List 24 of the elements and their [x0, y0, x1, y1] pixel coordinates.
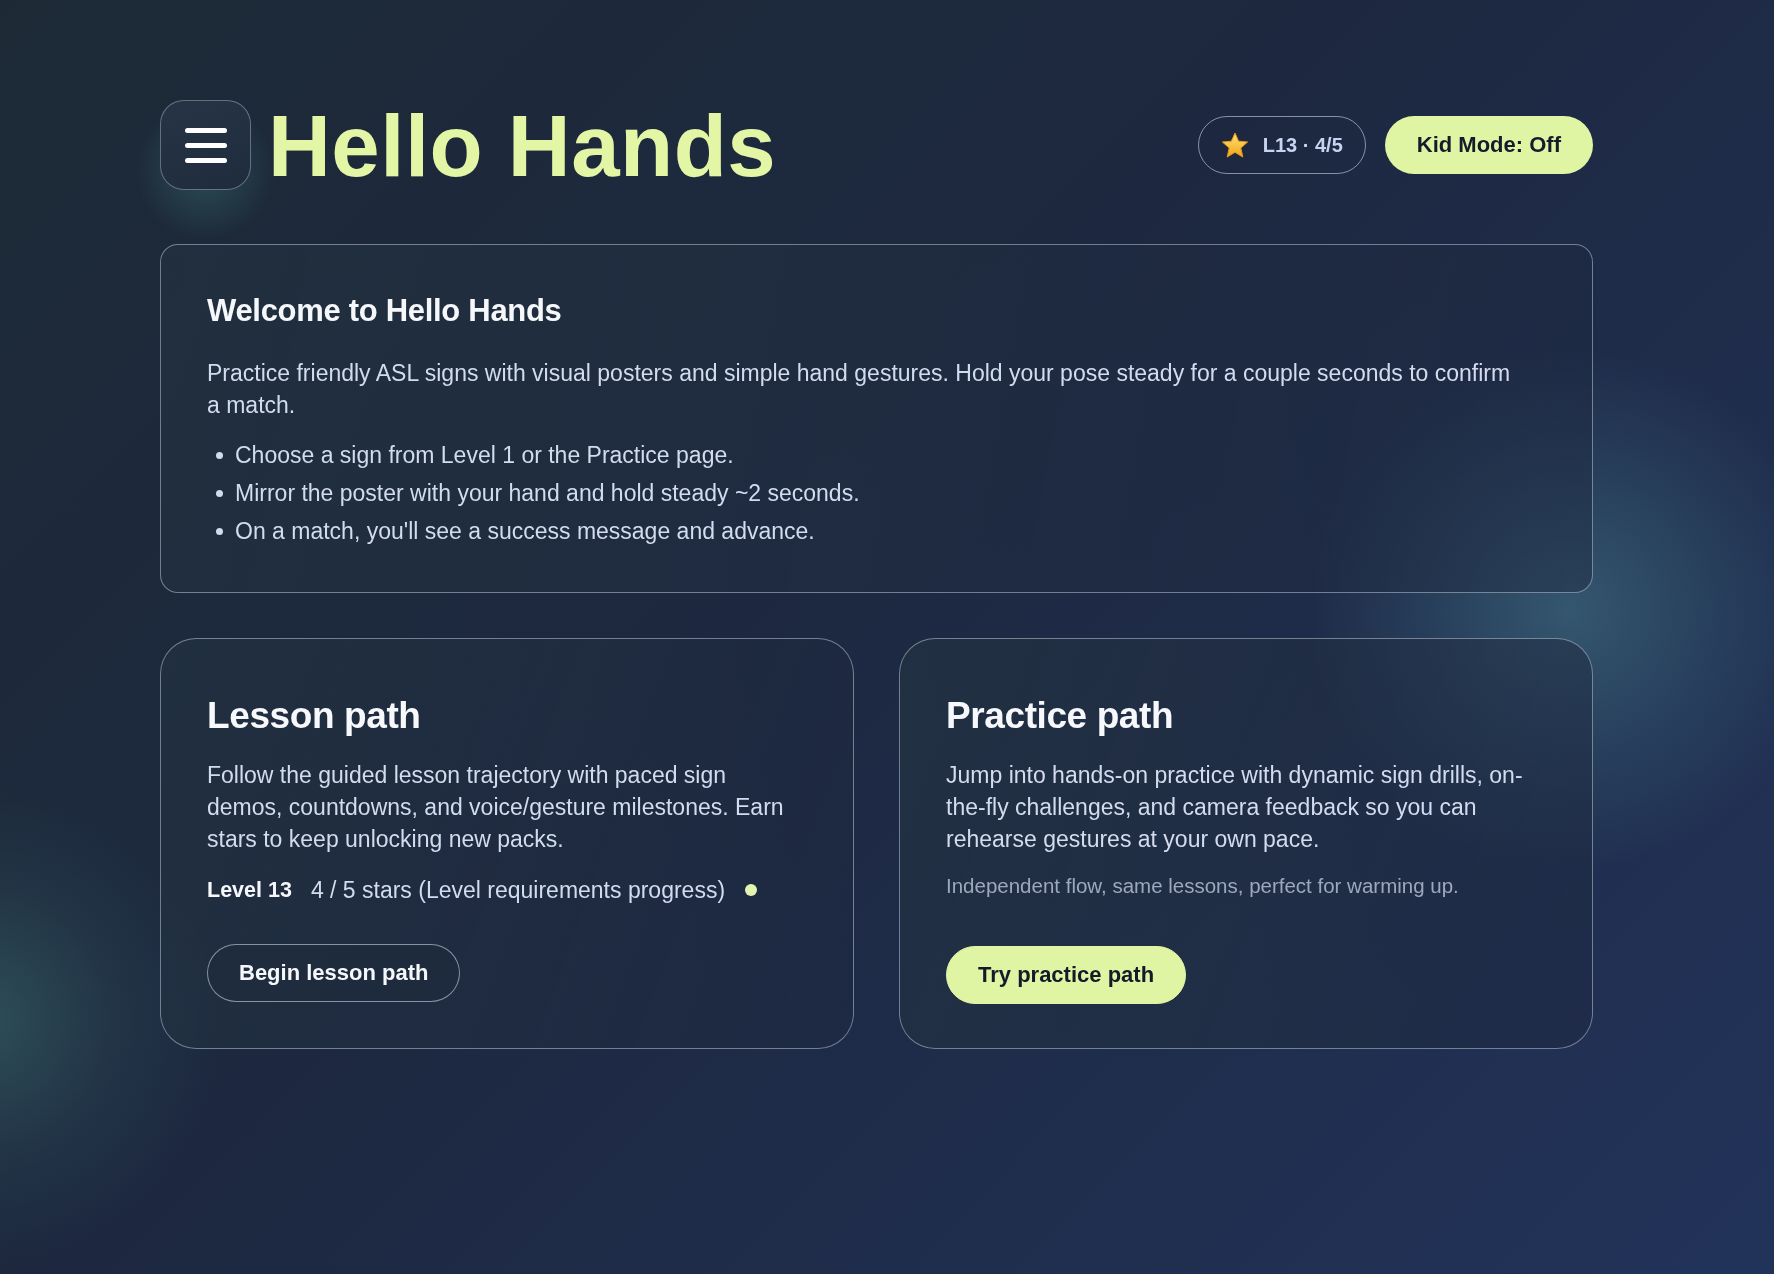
welcome-intro: Practice friendly ASL signs with visual posters and simple hand gestures. Hold your pose steady for a couple seconds to confirm a match.	[207, 359, 1512, 420]
progress-badge-text: L13 · 4/5	[1262, 133, 1343, 157]
welcome-title: Welcome to Hello Hands	[207, 292, 563, 330]
path-button[interactable]: Try practice path	[946, 946, 1187, 1004]
level-label: Level 13	[207, 877, 292, 903]
menu-icon	[184, 127, 227, 163]
path-title: Lesson path	[207, 694, 421, 738]
app-title: Hello Hands	[268, 101, 777, 189]
bullet-icon	[216, 451, 223, 459]
stars-progress-text: 4 / 5 stars (Level requirements progress)	[310, 876, 726, 904]
path-description: Follow the guided lesson trajectory with paced sign demos, countdowns, and voice/gesture milestones. Earn stars to keep unlocking new packs.	[207, 761, 785, 854]
star-icon	[1220, 131, 1249, 159]
kid-mode-button[interactable]: Kid Mode: Off	[1384, 116, 1593, 174]
step-text: On a match, you'll see a success message and advance.	[235, 517, 815, 545]
path-note: Independent flow, same lessons, perfect for warming up.	[946, 873, 1459, 899]
path-description: Jump into hands-on practice with dynamic sign drills, on-the-fly challenges, and camera feedback so you can rehearse gestures at your own pace.	[946, 761, 1524, 854]
step-text: Mirror the poster with your hand and hold steady ~2 seconds.	[235, 479, 860, 507]
status-dot-icon	[745, 884, 758, 896]
path-button[interactable]: Begin lesson path	[207, 944, 461, 1002]
step-text: Choose a sign from Level 1 or the Practice page.	[235, 441, 734, 469]
path-title: Practice path	[946, 694, 1174, 738]
menu-button[interactable]	[160, 100, 251, 190]
bullet-icon	[216, 489, 223, 497]
bullet-icon	[216, 527, 223, 535]
